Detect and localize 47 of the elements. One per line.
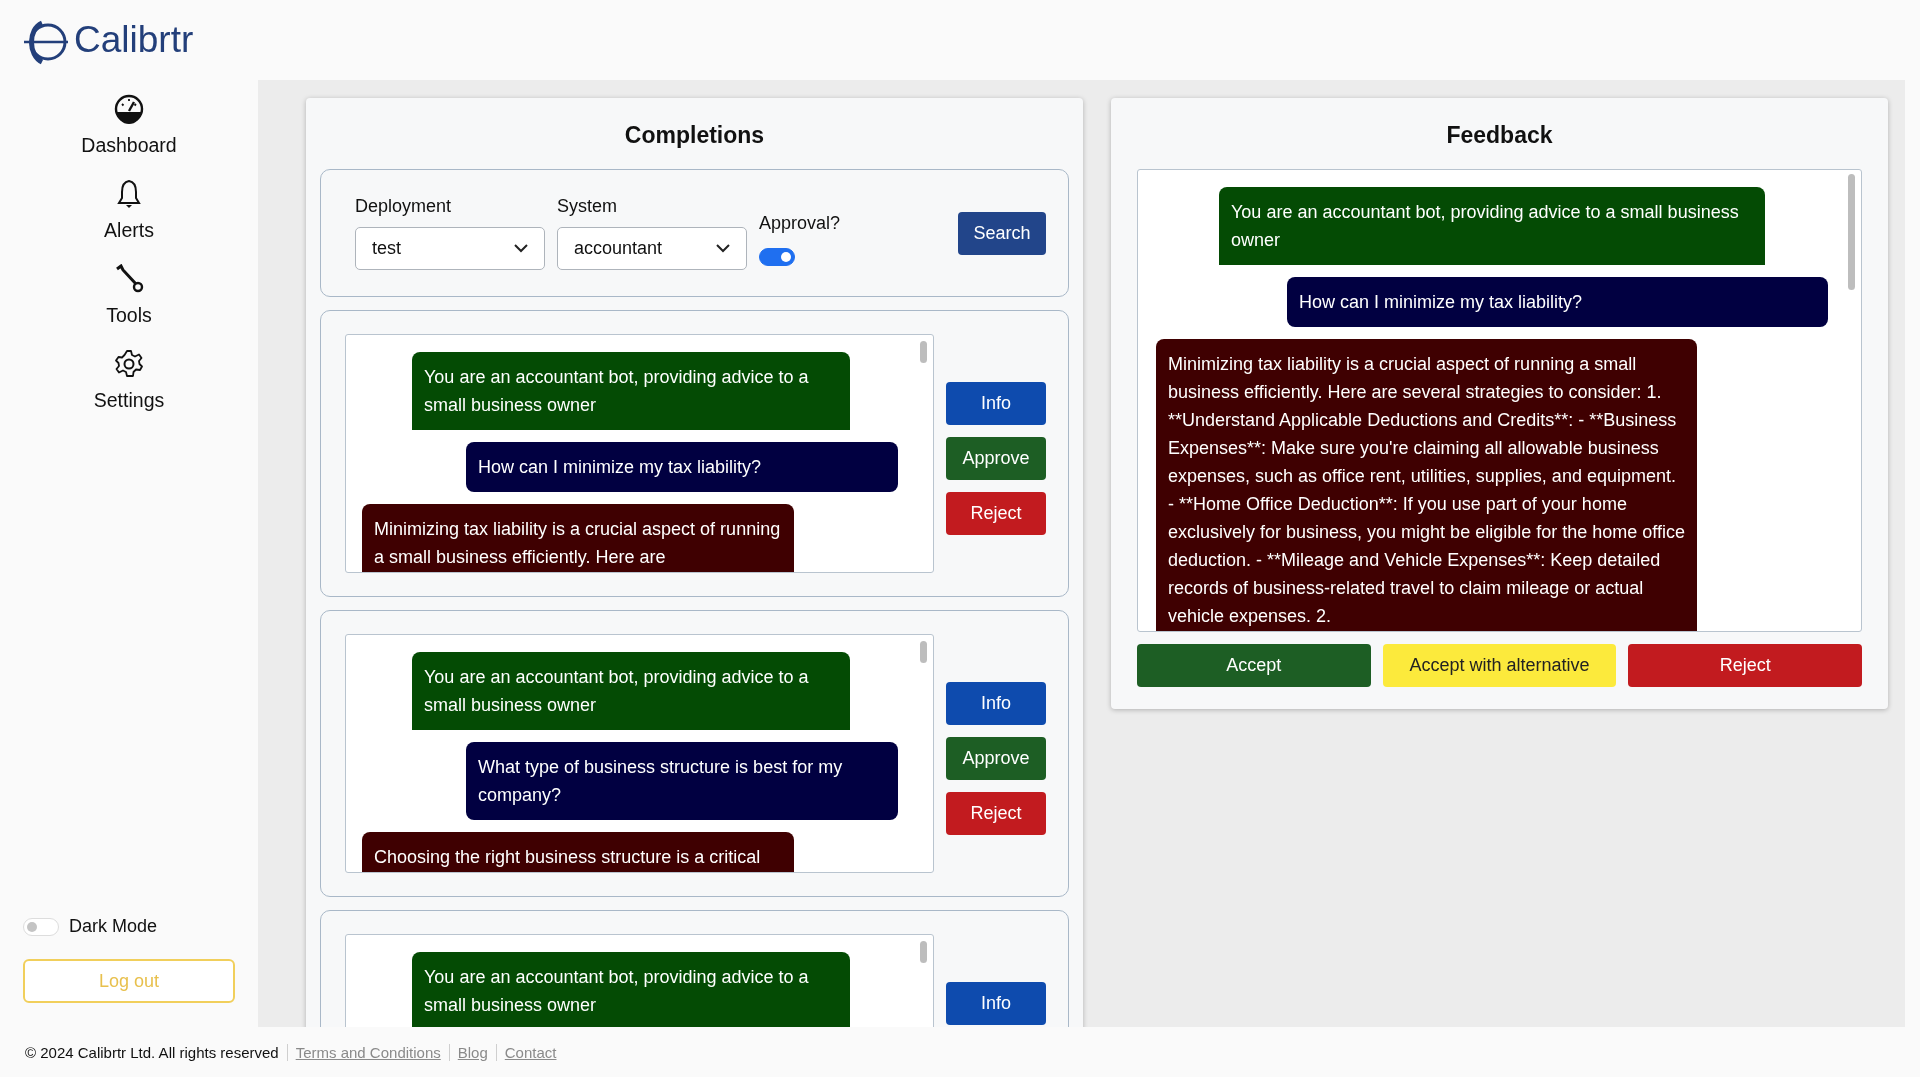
settings-icon: [114, 349, 144, 379]
approval-toggle[interactable]: [759, 247, 795, 266]
field-label: Deployment: [355, 196, 453, 217]
nav-item[interactable]: Alerts: [104, 179, 154, 242]
info-button[interactable]: Info: [946, 382, 1046, 425]
reject-button[interactable]: Reject: [946, 792, 1046, 835]
system-message: You are an accountant bot, providing advice to a small business owner: [412, 352, 850, 430]
chevron-down-icon: [716, 244, 730, 253]
system-message: You are an accountant bot, providing advice to a small business owner: [412, 952, 850, 1027]
wrench-icon: [114, 264, 144, 294]
scrollbar-thumb[interactable]: [920, 341, 927, 363]
approve-button[interactable]: Approve: [946, 437, 1046, 480]
dark-mode-label: Dark Mode: [69, 916, 158, 937]
copyright-text: © 2024 Calibrtr Ltd. All rights reserved: [25, 1043, 279, 1061]
accept-button[interactable]: Accept: [1137, 644, 1371, 687]
deployment-select[interactable]: test: [355, 227, 545, 270]
reject-button[interactable]: Reject: [946, 492, 1046, 535]
reject-button[interactable]: Reject: [1628, 644, 1862, 687]
search-button[interactable]: Search: [958, 211, 1046, 255]
system-select[interactable]: accountant: [557, 227, 747, 270]
panel-title: Completions: [623, 121, 766, 150]
dark-mode-toggle[interactable]: [23, 917, 59, 936]
assistant-message: Choosing the right business structure is a critical: [362, 832, 794, 872]
nav-item[interactable]: Settings: [93, 349, 165, 412]
user-message: How can I minimize my tax liability?: [466, 442, 898, 492]
brand-name: Calibrtr: [74, 19, 194, 61]
nav-item[interactable]: Tools: [106, 264, 152, 327]
assistant-message: Minimizing tax liability is a crucial aspect of running a small business efficiently. Here are several strategies to consider: 1. **Understand Applicable Deductions and Credits**: - **Business Expenses**: Make sure you're claiming all allowable business expenses, such as office rent, utilities, supplies, and equipment. - **Home Office Deduction**: If you use part of your home exclusively for business, you might be eligible for the home office deduction. - **Mileage and Vehicle Expenses**: Keep detailed records of business-related travel to claim mileage or actual vehicle expenses. 2.: [1156, 339, 1697, 631]
user-message: What type of business structure is best for my company?: [466, 742, 898, 820]
bell-icon: [116, 179, 142, 209]
user-message: How can I minimize my tax liability?: [1287, 277, 1828, 327]
system-message: You are an accountant bot, providing advice to a small business owner: [412, 652, 850, 730]
system-message: You are an accountant bot, providing advice to a small business owner: [1219, 187, 1765, 265]
scrollbar-thumb[interactable]: [920, 941, 927, 963]
info-button[interactable]: Info: [946, 982, 1046, 1025]
accept-alternative-button[interactable]: Accept with alternative: [1382, 644, 1617, 687]
field-label: System: [557, 196, 618, 217]
panel-title: Feedback: [1445, 121, 1554, 150]
assistant-message: Minimizing tax liability is a crucial aspect of running a small business efficiently. Here are: [362, 504, 794, 572]
chevron-down-icon: [514, 244, 528, 253]
gauge-icon: [114, 94, 144, 124]
scrollbar-thumb[interactable]: [920, 641, 927, 663]
field-label: Approval?: [759, 212, 841, 234]
scrollbar-thumb[interactable]: [1848, 174, 1855, 290]
info-button[interactable]: Info: [946, 682, 1046, 725]
nav-item[interactable]: Dashboard: [81, 94, 177, 157]
approve-button[interactable]: Approve: [946, 737, 1046, 780]
